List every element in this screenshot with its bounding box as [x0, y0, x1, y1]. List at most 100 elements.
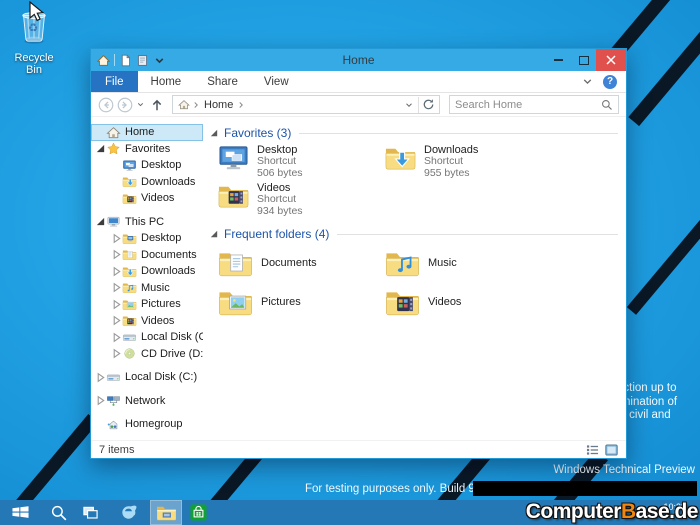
home-icon	[106, 126, 121, 139]
explorer-button[interactable]	[150, 500, 182, 525]
expander-open-icon[interactable]	[95, 216, 106, 227]
disk-icon	[106, 371, 121, 384]
recycle-bin-label: Recycle Bin	[6, 52, 62, 76]
sidebar-item-favorites[interactable]: Favorites	[91, 141, 203, 158]
breadcrumb[interactable]: Home	[172, 95, 440, 114]
sidebar-item-network[interactable]: Network	[91, 393, 203, 410]
sidebar-item-local-disk-c[interactable]: Local Disk (C:)	[91, 369, 203, 386]
sidebar-item-homegroup[interactable]: Homegroup	[91, 416, 203, 433]
sidebar-item-label: CD Drive (D:) JM1	[141, 348, 203, 360]
store-icon	[189, 503, 208, 522]
search-input[interactable]	[455, 99, 601, 111]
group-collapse-icon[interactable]	[210, 129, 218, 137]
store-button[interactable]	[182, 500, 214, 525]
ribbon-tab-share[interactable]: Share	[194, 71, 251, 92]
group-header-frequent-folders-4[interactable]: Frequent folders (4)	[210, 227, 618, 241]
breadcrumb-crumb-home[interactable]: Home	[204, 99, 233, 111]
ribbon-tab-file[interactable]: File	[91, 71, 138, 92]
qat-separator	[114, 54, 115, 66]
sidebar-item-label: Homegroup	[125, 418, 182, 430]
taskview-icon	[81, 503, 100, 522]
folder-pic-icon	[122, 298, 137, 311]
forward-button[interactable]	[117, 97, 133, 113]
details-view-icon[interactable]	[586, 444, 599, 456]
desktop: ♻ Recycle Bin action up tormination ofal…	[0, 0, 700, 525]
new-folder-icon[interactable]	[136, 54, 149, 67]
sidebar-item-pictures[interactable]: Pictures	[91, 296, 203, 313]
refresh-icon[interactable]	[422, 98, 435, 111]
mouse-cursor-icon	[28, 1, 45, 23]
file-tile-videos[interactable]: Videos	[384, 283, 551, 321]
group-collapse-icon[interactable]	[210, 230, 218, 238]
file-detail: Shortcut	[257, 194, 303, 206]
address-dropdown-chevron-icon[interactable]	[404, 100, 414, 110]
ribbon-tab-view[interactable]: View	[251, 71, 302, 92]
task-view-button[interactable]	[74, 500, 106, 525]
expander-closed-icon[interactable]	[111, 282, 122, 293]
file-detail: Shortcut	[424, 156, 478, 168]
ribbon-right-controls: ?	[581, 71, 626, 92]
sidebar-item-desktop[interactable]: Desktop	[91, 230, 203, 247]
breadcrumb-chevron-icon[interactable]	[191, 100, 201, 110]
file-tile-downloads[interactable]: DownloadsShortcut955 bytes	[384, 143, 551, 180]
file-name: Pictures	[261, 296, 301, 308]
desktop-icon-recycle-bin[interactable]: ♻ Recycle Bin	[6, 5, 62, 76]
minimize-button[interactable]	[546, 49, 571, 71]
computerbase-watermark: ComputerBase.de	[526, 500, 698, 524]
up-button[interactable]	[150, 98, 164, 112]
thumbnail-view-icon[interactable]	[605, 444, 618, 456]
file-tile-pictures[interactable]: Pictures	[217, 283, 384, 321]
sidebar-item-desktop[interactable]: Desktop	[91, 157, 203, 174]
star-icon	[106, 142, 121, 155]
expander-closed-icon[interactable]	[111, 299, 122, 310]
file-tile-videos[interactable]: VideosShortcut934 bytes	[217, 181, 384, 218]
expander-open-icon[interactable]	[95, 143, 106, 154]
customize-qat-chevron-icon[interactable]	[153, 54, 166, 67]
file-name: Music	[428, 257, 457, 269]
wallpaper-beam	[627, 215, 700, 315]
sidebar-item-videos[interactable]: Videos	[91, 313, 203, 330]
expander-closed-icon[interactable]	[111, 249, 122, 260]
expander-closed-icon[interactable]	[111, 332, 122, 343]
group-header-favorites-3[interactable]: Favorites (3)	[210, 126, 618, 140]
title-bar[interactable]: Home	[91, 49, 626, 71]
properties-icon[interactable]	[119, 54, 132, 67]
recent-locations-chevron-icon[interactable]	[136, 100, 145, 109]
expander-closed-icon[interactable]	[111, 315, 122, 326]
breadcrumb-chevron-icon[interactable]	[236, 100, 246, 110]
explorer-home-icon[interactable]	[97, 54, 110, 67]
sidebar-item-local-disk-c[interactable]: Local Disk (C:)	[91, 329, 203, 346]
sidebar-item-documents[interactable]: Documents	[91, 247, 203, 264]
sidebar-item-this-pc[interactable]: This PC	[91, 214, 203, 231]
maximize-button[interactable]	[571, 49, 596, 71]
sidebar-item-cd-drive-d-jm1[interactable]: CD Drive (D:) JM1	[91, 346, 203, 363]
expand-ribbon-chevron-icon[interactable]	[581, 75, 594, 88]
ribbon-tab-home[interactable]: Home	[138, 71, 195, 92]
expander-closed-icon[interactable]	[111, 348, 122, 359]
ie-button[interactable]	[112, 500, 144, 525]
expander-closed-icon[interactable]	[111, 266, 122, 277]
search-icon[interactable]	[601, 99, 613, 111]
help-button[interactable]: ?	[603, 75, 617, 89]
back-button[interactable]	[98, 97, 114, 113]
folder-music-icon	[384, 248, 421, 278]
sidebar-item-music[interactable]: Music	[91, 280, 203, 297]
sidebar-item-label: Documents	[141, 249, 197, 261]
file-tile-desktop[interactable]: DesktopShortcut506 bytes	[217, 143, 384, 180]
search-button[interactable]	[42, 500, 74, 525]
expander-closed-icon[interactable]	[95, 395, 106, 406]
search-box[interactable]	[449, 95, 619, 114]
sidebar-item-downloads[interactable]: Downloads	[91, 174, 203, 191]
start-button[interactable]	[4, 500, 36, 525]
sidebar-item-downloads[interactable]: Downloads	[91, 263, 203, 280]
sidebar-item-label: Desktop	[141, 232, 181, 244]
expander-closed-icon[interactable]	[95, 372, 106, 383]
file-tile-documents[interactable]: Documents	[217, 244, 384, 282]
sidebar-item-home[interactable]: Home	[91, 124, 203, 141]
sidebar-item-videos[interactable]: Videos	[91, 190, 203, 207]
expander-closed-icon[interactable]	[111, 233, 122, 244]
explorer-window: Home FileHomeShareView ?	[90, 48, 627, 459]
close-button[interactable]	[596, 49, 626, 71]
file-tile-music[interactable]: Music	[384, 244, 551, 282]
group-title: Favorites (3)	[224, 126, 291, 140]
